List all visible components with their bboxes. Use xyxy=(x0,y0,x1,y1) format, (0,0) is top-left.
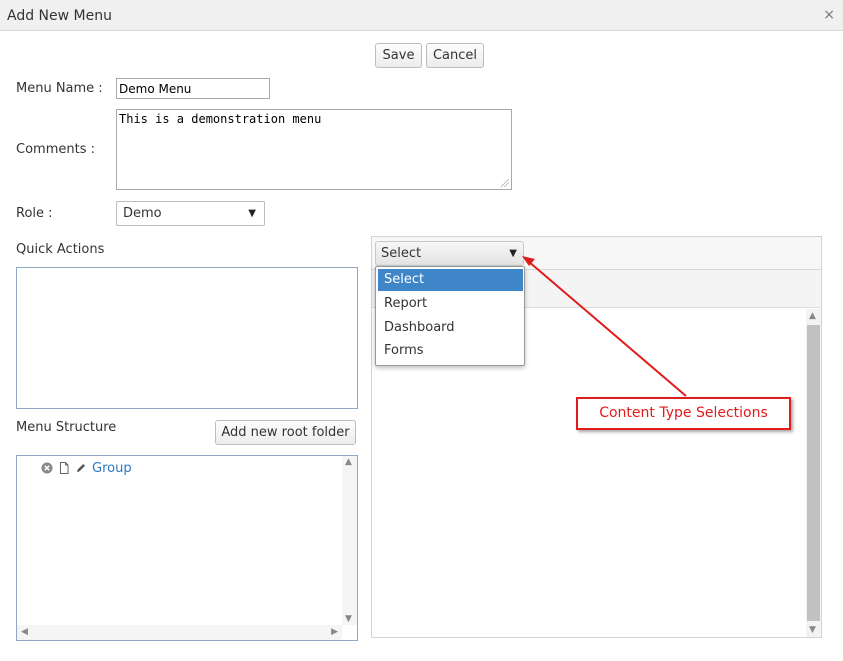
tree-item-group[interactable]: Group xyxy=(41,459,132,477)
tree-item-label[interactable]: Group xyxy=(92,461,132,476)
chevron-down-icon: ▼ xyxy=(509,248,517,259)
remove-icon[interactable] xyxy=(41,462,53,474)
comments-label: Comments : xyxy=(16,142,95,157)
content-type-dropdown[interactable]: Select Report Dashboard Forms xyxy=(375,266,525,366)
dialog-titlebar: Add New Menu × xyxy=(0,0,843,31)
add-root-folder-button[interactable]: Add new root folder xyxy=(215,420,356,445)
chevron-down-icon: ▼ xyxy=(248,208,256,219)
annotation-callout: Content Type Selections xyxy=(576,397,791,430)
scroll-up-icon[interactable]: ▲ xyxy=(345,457,352,467)
scroll-right-icon[interactable]: ▶ xyxy=(331,627,338,637)
content-type-select-value: Select xyxy=(381,246,422,261)
scroll-thumb[interactable] xyxy=(807,325,820,621)
menu-name-label: Menu Name : xyxy=(16,81,103,96)
role-select-value: Demo xyxy=(123,206,162,221)
option-select[interactable]: Select xyxy=(378,269,523,291)
role-label: Role : xyxy=(16,206,53,221)
cancel-button[interactable]: Cancel xyxy=(426,43,484,68)
quick-actions-box[interactable] xyxy=(16,267,358,409)
content-vertical-scrollbar[interactable]: ▲ ▼ xyxy=(806,309,821,637)
comments-text: This is a demonstration menu xyxy=(119,112,322,126)
document-icon[interactable] xyxy=(58,462,70,474)
save-button[interactable]: Save xyxy=(375,43,422,68)
dialog-title: Add New Menu xyxy=(7,8,112,24)
comments-textarea[interactable]: This is a demonstration menu xyxy=(116,109,512,190)
option-dashboard[interactable]: Dashboard xyxy=(378,317,523,339)
option-forms[interactable]: Forms xyxy=(378,340,523,362)
menu-structure-tree[interactable]: Group ▲ ▼ ◀ ▶ xyxy=(16,455,358,641)
close-icon[interactable]: × xyxy=(823,7,835,23)
tree-vertical-scrollbar[interactable]: ▲ ▼ xyxy=(342,456,357,625)
tree-horizontal-scrollbar[interactable]: ◀ ▶ xyxy=(17,625,342,640)
edit-icon[interactable] xyxy=(75,462,87,474)
option-report[interactable]: Report xyxy=(378,293,523,315)
scroll-down-icon[interactable]: ▼ xyxy=(345,614,352,624)
role-select[interactable]: Demo ▼ xyxy=(116,201,265,226)
resize-grip-icon[interactable] xyxy=(501,179,509,187)
scroll-down-icon[interactable]: ▼ xyxy=(809,625,816,635)
scroll-left-icon[interactable]: ◀ xyxy=(21,627,28,637)
menu-structure-label: Menu Structure xyxy=(16,420,117,435)
content-type-select[interactable]: Select ▼ xyxy=(375,241,524,266)
scroll-up-icon[interactable]: ▲ xyxy=(809,311,816,321)
quick-actions-label: Quick Actions xyxy=(16,242,105,257)
menu-name-input[interactable]: Demo Menu xyxy=(116,78,270,99)
